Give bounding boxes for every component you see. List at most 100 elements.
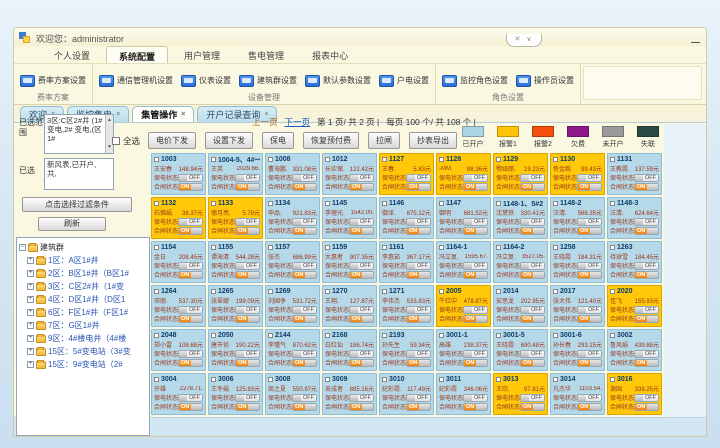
power-keep-toggle[interactable]: OFF — [349, 262, 374, 270]
ribbon-button[interactable]: 户电设置 — [379, 75, 429, 87]
switch-state-toggle[interactable]: ON — [463, 183, 488, 191]
room-checkbox[interactable] — [610, 333, 615, 338]
room-checkbox[interactable] — [553, 245, 558, 250]
room-card[interactable]: 1164-1 冯立复. 1595.67. 保电状态 OFF 合闸状态 ON — [436, 241, 491, 283]
switch-state-toggle[interactable]: ON — [406, 183, 431, 191]
ribbon-tab[interactable]: 个人设置 — [42, 46, 102, 63]
ribbon-tab[interactable]: 售电管理 — [236, 46, 296, 63]
room-card[interactable]: 2144 李瑾气 870.62元 保电状态 OFF 合闸状态 ON — [265, 329, 320, 371]
tab-close-icon[interactable]: × — [116, 111, 120, 118]
switch-state-toggle[interactable]: ON — [235, 403, 260, 411]
room-checkbox[interactable] — [382, 333, 387, 338]
room-card[interactable]: 1264 邓丽. 537.30元 保电状态 OFF 合闸状态 ON — [151, 285, 206, 327]
expand-icon[interactable]: + — [27, 309, 34, 316]
room-card[interactable]: 3001-5 王晓霞 690.48元 保电状态 OFF 合闸状态 ON — [493, 329, 548, 371]
room-card[interactable]: 1270 王翔. 127.87元 保电状态 OFF 合闸状态 ON — [322, 285, 377, 327]
room-card[interactable]: 1155 谭海清 544.28元 保电状态 OFF 合闸状态 ON — [208, 241, 263, 283]
room-card[interactable]: 2014 安思龙 202.95元 保电状态 OFF 合闸状态 ON — [493, 285, 548, 327]
refresh-button[interactable]: 刷新 — [38, 217, 106, 231]
room-card[interactable]: 2020 佳飞 155.93元 保电状态 OFF 合闸状态 ON — [607, 285, 662, 327]
room-checkbox[interactable] — [382, 377, 387, 382]
power-keep-toggle[interactable]: OFF — [349, 394, 374, 402]
tree-item[interactable]: + 9区：4#楼电井（4#楼 — [27, 332, 147, 345]
switch-state-toggle[interactable]: ON — [406, 403, 431, 411]
room-card[interactable]: 2005 牛红中 478.87元 保电状态 OFF 合闸状态 ON — [436, 285, 491, 327]
power-keep-toggle[interactable]: OFF — [235, 350, 260, 358]
switch-state-toggle[interactable]: ON — [520, 359, 545, 367]
switch-state-toggle[interactable]: ON — [406, 227, 431, 235]
ribbon-button[interactable]: 建筑群设置 — [239, 75, 297, 87]
switch-state-toggle[interactable]: ON — [235, 359, 260, 367]
switch-state-toggle[interactable]: ON — [406, 359, 431, 367]
switch-state-toggle[interactable]: ON — [235, 227, 260, 235]
power-keep-toggle[interactable]: OFF — [520, 394, 545, 402]
room-checkbox[interactable] — [610, 377, 615, 382]
expand-icon[interactable]: + — [27, 283, 34, 290]
room-checkbox[interactable] — [439, 157, 444, 162]
room-card[interactable]: 1271 李伟杰 533.83元 保电状态 OFF 合闸状态 ON — [379, 285, 434, 327]
room-card[interactable]: 1148-2 汪清. 568.35元 保电状态 OFF 合闸状态 ON — [550, 197, 605, 239]
room-card[interactable]: 1154 金日 208.45元 保电状态 OFF 合闸状态 ON — [151, 241, 206, 283]
switch-state-toggle[interactable]: ON — [178, 227, 203, 235]
switch-state-toggle[interactable]: ON — [178, 359, 203, 367]
room-card[interactable]: 1147 御明 681.52元 保电状态 OFF 合闸状态 ON — [436, 197, 491, 239]
tab-close-icon[interactable]: × — [181, 111, 185, 118]
room-card[interactable]: 1164-2 冯立复. 3527.05. 保电状态 OFF 合闸状态 ON — [493, 241, 548, 283]
power-keep-toggle[interactable]: OFF — [406, 350, 431, 358]
room-checkbox[interactable] — [325, 201, 330, 206]
power-keep-toggle[interactable]: OFF — [178, 262, 203, 270]
switch-state-toggle[interactable]: ON — [634, 227, 659, 235]
room-card[interactable]: 1265 张翠娜 199.09元 保电状态 OFF 合闸状态 ON — [208, 285, 263, 327]
action-button[interactable]: 恢复预付费 — [303, 132, 359, 149]
document-tab[interactable]: 集管操作× — [132, 106, 194, 122]
power-keep-toggle[interactable]: OFF — [178, 174, 203, 182]
room-checkbox[interactable] — [610, 289, 615, 294]
tree-item[interactable]: + 6区：F区1#井（F区1# — [27, 306, 147, 319]
power-keep-toggle[interactable]: OFF — [463, 174, 488, 182]
switch-state-toggle[interactable]: ON — [577, 227, 602, 235]
expand-icon[interactable]: + — [27, 270, 34, 277]
room-card[interactable]: 3001-6 孙长春 293.15元 保电状态 OFF 合闸状态 ON — [550, 329, 605, 371]
ribbon-button[interactable]: 通信管理机设置 — [99, 75, 173, 87]
switch-state-toggle[interactable]: ON — [463, 359, 488, 367]
switch-state-toggle[interactable]: ON — [349, 271, 374, 279]
room-checkbox[interactable] — [439, 289, 444, 294]
room-checkbox[interactable] — [553, 157, 558, 162]
power-keep-toggle[interactable]: OFF — [235, 306, 260, 314]
room-card[interactable]: 3009 吴成者 885.16元 保电状态 OFF 合闸状态 ON — [322, 373, 377, 415]
power-keep-toggle[interactable]: OFF — [520, 306, 545, 314]
room-card[interactable]: 1263 待球雪 184.45元 保电状态 OFF 合闸状态 ON — [607, 241, 662, 283]
room-checkbox[interactable] — [211, 333, 216, 338]
power-keep-toggle[interactable]: OFF — [406, 306, 431, 314]
room-checkbox[interactable] — [211, 201, 216, 206]
switch-state-toggle[interactable]: ON — [178, 183, 203, 191]
tree-item[interactable]: + 15区：5#变电站（3#变 — [27, 345, 147, 358]
power-keep-toggle[interactable]: OFF — [520, 262, 545, 270]
tree-root[interactable]: − 建筑群 — [19, 241, 147, 254]
switch-state-toggle[interactable]: ON — [292, 315, 317, 323]
power-keep-toggle[interactable]: OFF — [292, 174, 317, 182]
switch-state-toggle[interactable]: ON — [520, 183, 545, 191]
tree-item[interactable]: + 15区：9#变电站（2# — [27, 358, 147, 371]
room-checkbox[interactable] — [325, 157, 330, 162]
room-checkbox[interactable] — [154, 333, 159, 338]
room-checkbox[interactable] — [610, 201, 615, 206]
room-card[interactable]: 1012 长实保. 122.42元 保电状态 OFF 合闸状态 ON — [322, 153, 377, 195]
room-checkbox[interactable] — [268, 157, 273, 162]
action-button[interactable]: 抄表导出 — [409, 132, 457, 149]
room-card[interactable]: 1129 鄂娅丽. 19.23元 保电状态 OFF 合闸状态 ON — [493, 153, 548, 195]
room-checkbox[interactable] — [553, 377, 558, 382]
room-checkbox[interactable] — [268, 245, 273, 250]
room-checkbox[interactable] — [439, 333, 444, 338]
power-keep-toggle[interactable]: OFF — [520, 218, 545, 226]
power-keep-toggle[interactable]: OFF — [634, 218, 659, 226]
ribbon-tab[interactable]: 报表中心 — [300, 46, 360, 63]
room-checkbox[interactable] — [211, 377, 216, 382]
room-card[interactable]: 3002 鲁风娟 439.88元 保电状态 OFF 合闸状态 ON — [607, 329, 662, 371]
switch-state-toggle[interactable]: ON — [577, 183, 602, 191]
room-card[interactable]: 1134 申品. 921.83元 保电状态 OFF 合闸状态 ON — [265, 197, 320, 239]
expand-icon[interactable]: + — [27, 296, 34, 303]
switch-state-toggle[interactable]: ON — [520, 271, 545, 279]
room-checkbox[interactable] — [325, 333, 330, 338]
power-keep-toggle[interactable]: OFF — [349, 306, 374, 314]
